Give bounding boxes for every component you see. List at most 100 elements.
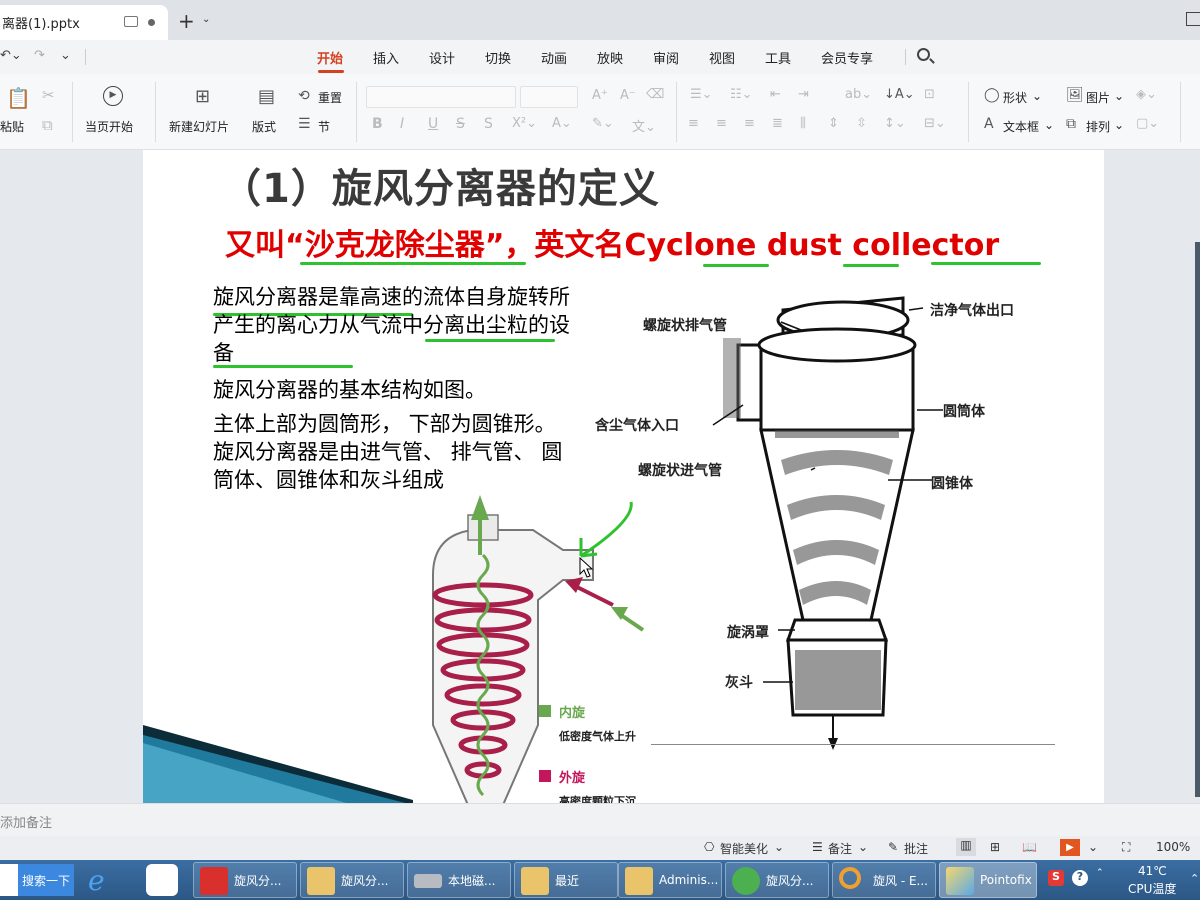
shape-icon[interactable]: ◯ <box>984 87 1000 103</box>
tab-transitions[interactable]: 切换 <box>485 48 511 67</box>
columns-icon[interactable]: ⫼ <box>800 116 806 131</box>
reset-button[interactable]: 重置 <box>318 89 342 106</box>
tab-animations[interactable]: 动画 <box>541 48 567 67</box>
slide-sorter-icon[interactable]: ⊞ <box>990 840 1000 854</box>
taskbar-app-wps[interactable]: 旋风分... <box>193 862 297 898</box>
normal-view-icon[interactable]: ▥ <box>956 838 976 856</box>
show-desktop-icon[interactable]: ⌃ <box>1190 872 1199 885</box>
slide-canvas[interactable]: （1）旋风分离器的定义 又叫“沙克龙除尘器”，英文名Cyclone dust c… <box>143 150 1104 803</box>
superscript-icon[interactable]: X²⌄ <box>512 116 537 131</box>
taskbar-app-browser[interactable]: 旋风分... <box>725 862 829 898</box>
highlight-icon[interactable]: ✎⌄ <box>592 116 614 131</box>
redo-button[interactable]: ↷ <box>34 48 45 63</box>
help-icon[interactable]: ? <box>1072 870 1088 886</box>
zoom-level[interactable]: 100% <box>1156 840 1190 854</box>
taskbar-app-disk[interactable]: 本地磁... <box>407 862 511 898</box>
text-direction-icon[interactable]: ab⌄ <box>845 87 872 102</box>
arrange-button[interactable]: 排列 <box>1086 118 1110 135</box>
paste-icon[interactable]: 📋 <box>6 86 31 110</box>
strikethrough-button[interactable]: S <box>456 116 465 132</box>
decrease-indent-icon[interactable]: ⇤ <box>770 87 781 102</box>
smart-beautify-button[interactable]: 智能美化 <box>720 840 768 857</box>
shadow-text-icon[interactable]: S <box>484 116 493 132</box>
taskbar-app-recent[interactable]: 最近 <box>514 862 618 898</box>
tab-design[interactable]: 设计 <box>429 48 455 67</box>
text-box-align-icon[interactable]: ⊟⌄ <box>924 116 946 131</box>
notes-placeholder[interactable]: 添加备注 <box>0 812 52 831</box>
font-family-select[interactable] <box>366 86 516 108</box>
quick-access-more-button[interactable]: ⌄ <box>60 48 71 63</box>
increase-indent-icon[interactable]: ⇥ <box>798 87 809 102</box>
vertical-scrollbar[interactable] <box>1195 242 1200 797</box>
picture-dropdown-icon[interactable]: ⌄ <box>1114 89 1124 103</box>
undo-button[interactable]: ↶⌄ <box>0 48 22 63</box>
play-icon[interactable]: ▶ <box>103 86 123 106</box>
notes-dropdown-icon[interactable]: ⌄ <box>858 840 868 854</box>
monitor-icon[interactable] <box>124 16 138 27</box>
smart-beautify-icon[interactable]: ⎔ <box>704 840 714 854</box>
taskbar-search-button[interactable]: 搜索一下 <box>18 864 74 896</box>
copy-icon[interactable]: ⧉ <box>42 116 53 134</box>
shape-button[interactable]: 形状 <box>1003 89 1027 106</box>
sort-icon[interactable]: ↓A⌄ <box>884 87 915 102</box>
convert-icon[interactable]: ⊡ <box>924 87 935 102</box>
clear-format-icon[interactable]: ⌫ <box>646 87 664 102</box>
line-spacing-icon[interactable]: ⇕ <box>828 116 839 131</box>
notes-icon[interactable]: ☰ <box>812 840 823 854</box>
tab-review[interactable]: 审阅 <box>653 48 679 67</box>
tab-home[interactable]: 开始 <box>317 48 343 67</box>
textbox-dropdown-icon[interactable]: ⌄ <box>1044 118 1054 132</box>
fill-icon[interactable]: ◈⌄ <box>1136 87 1157 102</box>
shrink-font-icon[interactable]: A⁻ <box>620 88 636 103</box>
comments-icon[interactable]: ✎ <box>888 840 898 854</box>
tab-member[interactable]: 会员专享 <box>821 48 873 67</box>
section-button[interactable]: 节 <box>318 118 330 135</box>
document-tab[interactable]: 离器(1).pptx <box>0 5 168 40</box>
textbox-button[interactable]: 文本框 <box>1003 118 1039 135</box>
cut-icon[interactable]: ✂ <box>42 86 55 104</box>
tab-tools[interactable]: 工具 <box>765 48 791 67</box>
picture-icon[interactable]: 🖼 <box>1066 87 1084 103</box>
layout-icon[interactable]: ▤ <box>258 86 275 107</box>
smart-beautify-dropdown-icon[interactable]: ⌄ <box>774 840 784 854</box>
taskbar-app-admin[interactable]: Adminis... <box>618 862 722 898</box>
new-tab-dropdown-icon[interactable]: ⌄ <box>202 14 210 25</box>
arrange-dropdown-icon[interactable]: ⌄ <box>1114 118 1124 132</box>
paste-button[interactable]: 粘贴 <box>0 118 24 135</box>
internet-explorer-icon[interactable]: e <box>88 864 105 897</box>
font-size-select[interactable] <box>520 86 578 108</box>
layout-button[interactable]: 版式 <box>252 118 276 135</box>
paragraph-spacing-icon[interactable]: ⇳ <box>856 116 867 131</box>
reading-view-icon[interactable]: 📖 <box>1022 840 1037 854</box>
sogou-ime-icon[interactable]: S <box>1048 870 1064 886</box>
arrange-icon[interactable]: ⧉ <box>1066 116 1076 132</box>
fit-window-icon[interactable]: ⛶ <box>1122 840 1130 855</box>
taskbar-app-folder[interactable]: 旋风分... <box>300 862 404 898</box>
taskbar-search-input[interactable] <box>0 864 18 896</box>
italic-button[interactable]: I <box>400 116 404 132</box>
textbox-icon[interactable]: A <box>984 116 994 132</box>
grow-font-icon[interactable]: A⁺ <box>592 88 608 103</box>
tray-expand-icon[interactable]: ⌃ <box>1096 868 1104 878</box>
search-icon[interactable] <box>917 48 930 61</box>
new-tab-button[interactable]: + <box>178 9 195 33</box>
align-left-icon[interactable]: ≡ <box>688 116 699 131</box>
bold-button[interactable]: B <box>372 116 383 132</box>
taskbar-app-pointofix[interactable]: Pointofix <box>939 862 1037 898</box>
comments-button[interactable]: 批注 <box>904 840 928 857</box>
slideshow-dropdown-icon[interactable]: ⌄ <box>1088 840 1098 854</box>
justify-icon[interactable]: ≣ <box>772 116 783 131</box>
shape-dropdown-icon[interactable]: ⌄ <box>1032 89 1042 103</box>
tab-insert[interactable]: 插入 <box>373 48 399 67</box>
outline-icon[interactable]: ▢⌄ <box>1136 116 1159 131</box>
app-launcher-icon[interactable] <box>146 864 178 896</box>
numbered-list-icon[interactable]: ☷⌄ <box>730 87 753 102</box>
tab-slideshow[interactable]: 放映 <box>597 48 623 67</box>
underline-button[interactable]: U <box>428 116 438 132</box>
spacing-menu-icon[interactable]: ↕⌄ <box>884 116 906 131</box>
new-slide-button[interactable]: 新建幻灯片 <box>169 118 229 135</box>
play-from-current-button[interactable]: 当页开始 <box>85 118 133 135</box>
unsaved-dot-icon[interactable] <box>148 19 155 26</box>
tab-view[interactable]: 视图 <box>709 48 735 67</box>
notes-button[interactable]: 备注 <box>828 840 852 857</box>
